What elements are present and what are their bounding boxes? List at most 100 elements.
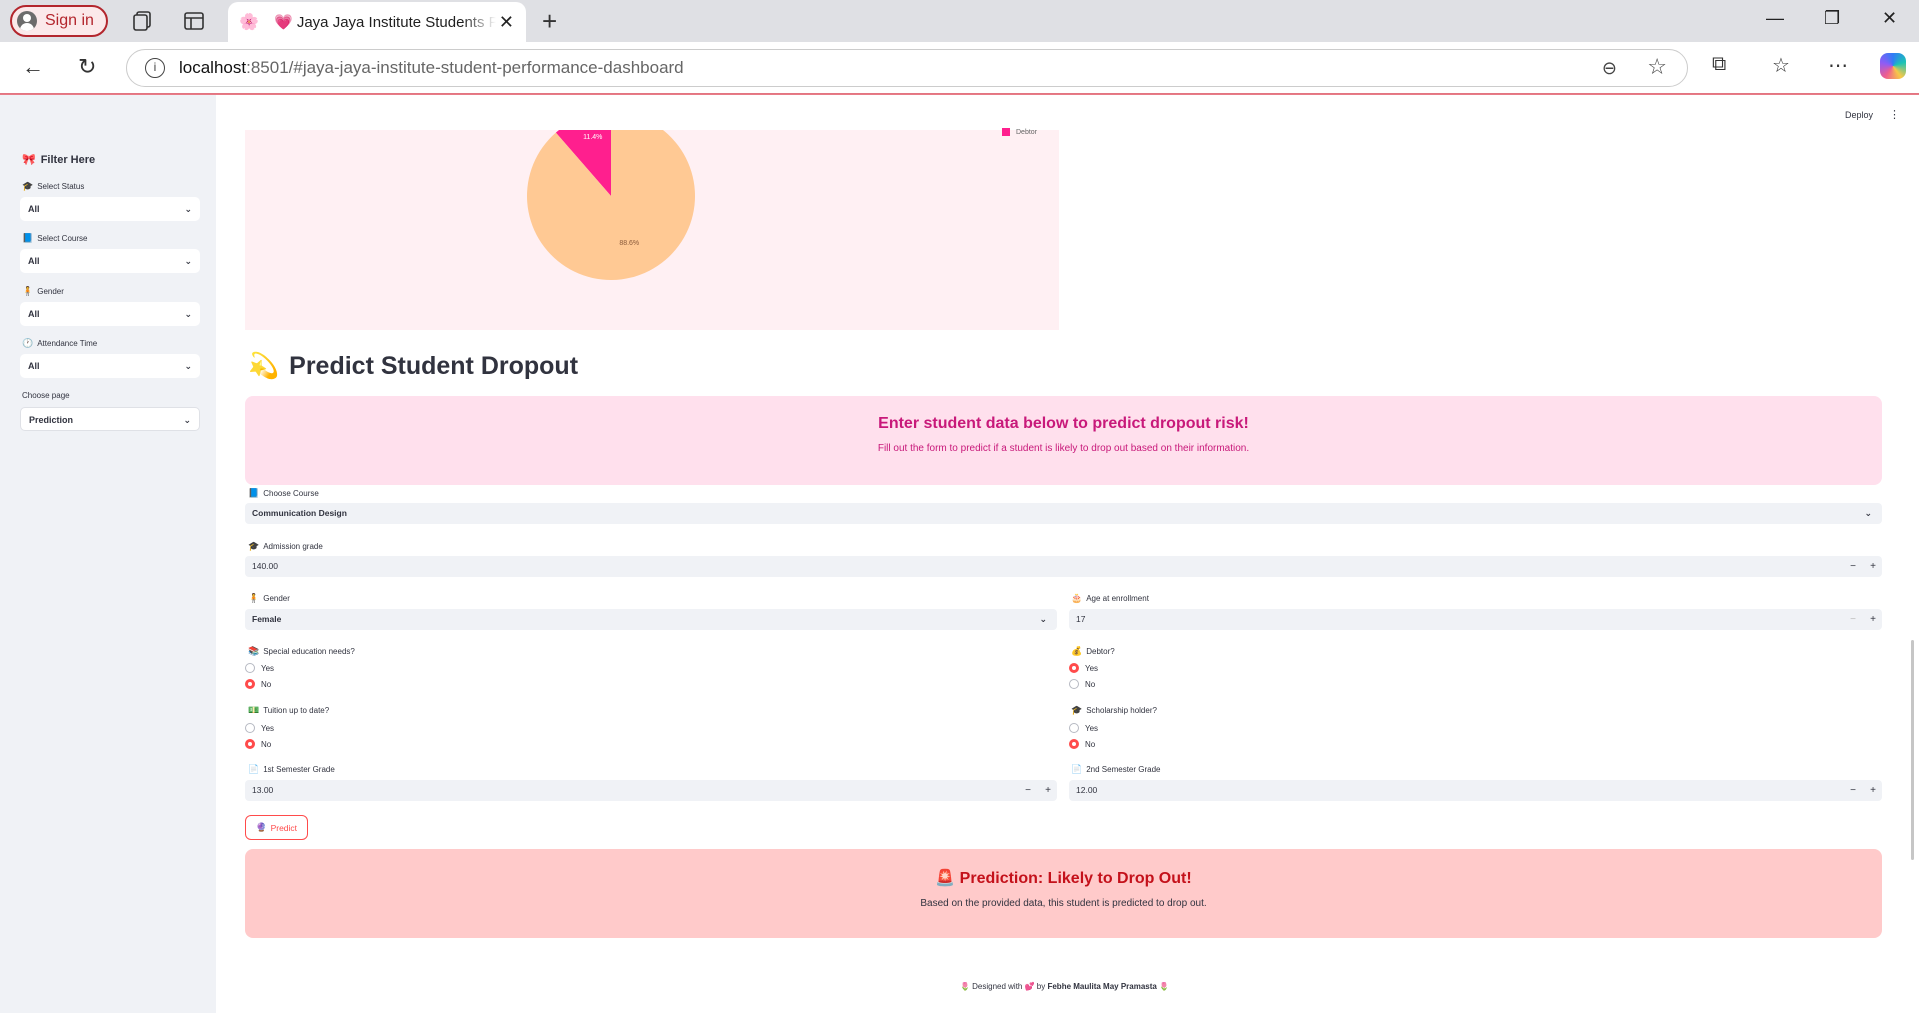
admission-label: 🎓 Admission grade <box>248 541 323 551</box>
footer-suffix: 🌷 <box>1159 982 1170 991</box>
zoom-out-icon[interactable]: ⊖ <box>1602 58 1617 79</box>
workspaces-icon[interactable] <box>130 9 154 33</box>
section-title-text: Predict Student Dropout <box>289 352 579 380</box>
increment-button[interactable]: + <box>1870 780 1876 801</box>
sem1-grade-input[interactable]: 13.00 − + <box>245 780 1057 801</box>
select-status-dropdown[interactable]: All ⌄ <box>20 197 200 221</box>
url-input[interactable]: i localhost:8501/#jaya-jaya-institute-st… <box>126 49 1688 87</box>
siren-icon: 🚨 <box>935 870 956 887</box>
main-menu-icon[interactable]: ⋮ <box>1889 108 1900 121</box>
special-needs-yes-radio[interactable]: Yes <box>245 663 274 673</box>
person-icon: 🧍 <box>22 286 34 296</box>
restore-icon[interactable]: ❐ <box>1824 8 1840 29</box>
gender-select[interactable]: Female ⌄ <box>245 609 1057 630</box>
dizzy-icon: 💫 <box>248 352 280 380</box>
debtor-pie-chart: 11.4% 88.6% <box>245 130 1059 330</box>
radio-selected-icon <box>245 739 255 749</box>
decrement-button[interactable]: − <box>1850 556 1856 577</box>
radio-selected-icon <box>245 679 255 689</box>
filter-gender-label: 🧍 Gender <box>22 286 64 296</box>
money-icon: 💵 <box>248 705 260 715</box>
crystal-ball-icon: 🔮 <box>255 822 267 832</box>
prediction-result-title: 🚨 Prediction: Likely to Drop Out! <box>245 868 1882 888</box>
more-menu-icon[interactable]: ⋯ <box>1828 53 1848 78</box>
sem2-label: 📄 2nd Semester Grade <box>1071 764 1161 774</box>
radio-unselected-icon <box>1069 723 1079 733</box>
increment-button[interactable]: + <box>1045 780 1051 801</box>
chevron-down-icon: ⌄ <box>1039 614 1047 624</box>
tab-close-icon[interactable]: ✕ <box>499 12 514 33</box>
browser-tab-active[interactable]: 🌸 💗 Jaya Jaya Institute Students Perform… <box>228 2 526 42</box>
footer-author: Febhe Maulita May Pramasta <box>1047 982 1157 991</box>
book-icon: 📘 <box>248 488 260 498</box>
decrement-button[interactable]: − <box>1850 609 1856 630</box>
document-icon: 📄 <box>248 764 260 774</box>
site-info-icon[interactable]: i <box>145 58 165 78</box>
filter-status-label: 🎓 Select Status <box>22 181 85 191</box>
window-close-icon[interactable]: ✕ <box>1882 8 1897 29</box>
choose-page-dropdown[interactable]: Prediction ⌄ <box>20 407 200 431</box>
gender-label: 🧍 Gender <box>248 593 290 603</box>
deploy-button[interactable]: Deploy <box>1845 110 1873 120</box>
scholarship-yes-radio[interactable]: Yes <box>1069 723 1098 733</box>
chart-legend: Debtor <box>1002 128 1037 136</box>
prediction-result-title-text: Prediction: Likely to Drop Out! <box>959 870 1192 887</box>
url-path: :8501/#jaya-jaya-institute-student-perfo… <box>246 58 684 77</box>
legend-swatch-debtor <box>1002 128 1010 136</box>
back-icon[interactable]: ← <box>22 54 44 80</box>
page-scrollbar[interactable] <box>1911 640 1914 860</box>
avatar-icon <box>17 11 37 31</box>
debtor-yes-radio[interactable]: Yes <box>1069 663 1098 673</box>
debtor-no-radio[interactable]: No <box>1069 679 1095 689</box>
tuition-no-radio[interactable]: No <box>245 739 271 749</box>
choose-page-label: Choose page <box>22 391 70 400</box>
select-course-dropdown[interactable]: All ⌄ <box>20 249 200 273</box>
person-icon: 🧍 <box>248 593 260 603</box>
graduation-cap-icon: 🎓 <box>248 541 260 551</box>
tuition-yes-radio[interactable]: Yes <box>245 723 274 733</box>
select-attendance-dropdown[interactable]: All ⌄ <box>20 354 200 378</box>
address-bar-row: ← ↻ i localhost:8501/#jaya-jaya-institut… <box>0 42 1919 94</box>
radio-selected-icon <box>1069 739 1079 749</box>
extensions-icon[interactable]: ⧉ <box>1712 53 1726 76</box>
scholarship-no-radio[interactable]: No <box>1069 739 1095 749</box>
chevron-down-icon: ⌄ <box>184 204 192 214</box>
select-gender-dropdown[interactable]: All ⌄ <box>20 302 200 326</box>
minimize-icon[interactable]: — <box>1766 8 1784 29</box>
refresh-icon[interactable]: ↻ <box>78 54 96 80</box>
footer: 🌷 Designed with 💕 by Febhe Maulita May P… <box>700 982 1429 991</box>
age-input[interactable]: 17 − + <box>1069 609 1882 630</box>
pie-chart-svg: 11.4% 88.6% <box>527 130 695 280</box>
predict-button[interactable]: 🔮 Predict <box>245 815 308 840</box>
copilot-icon[interactable] <box>1880 53 1906 79</box>
scholarship-label: 🎓 Scholarship holder? <box>1071 705 1157 715</box>
radio-unselected-icon <box>245 723 255 733</box>
info-banner-subtitle: Fill out the form to predict if a studen… <box>877 443 1250 454</box>
chevron-down-icon: ⌄ <box>184 256 192 266</box>
loading-indicator-line <box>0 93 1919 95</box>
increment-button[interactable]: + <box>1870 609 1876 630</box>
decrement-button[interactable]: − <box>1850 780 1856 801</box>
new-tab-icon[interactable]: + <box>542 6 557 37</box>
admission-grade-input[interactable]: 140.00 − + <box>245 556 1882 577</box>
tab-actions-icon[interactable] <box>182 9 206 33</box>
filter-attendance-label: 🕐 Attendance Time <box>22 338 98 348</box>
sem2-grade-input[interactable]: 12.00 − + <box>1069 780 1882 801</box>
favorite-star-icon[interactable]: ☆ <box>1647 54 1667 80</box>
predict-button-label: Predict <box>270 822 298 833</box>
section-title: 💫 Predict Student Dropout <box>248 352 578 381</box>
books-icon: 📚 <box>248 646 260 656</box>
special-needs-no-radio[interactable]: No <box>245 679 271 689</box>
chevron-down-icon: ⌄ <box>183 415 191 425</box>
favorites-icon[interactable]: ☆ <box>1772 53 1790 78</box>
increment-button[interactable]: + <box>1870 556 1876 577</box>
document-icon: 📄 <box>1071 764 1083 774</box>
radio-unselected-icon <box>245 663 255 673</box>
chevron-down-icon: ⌄ <box>184 361 192 371</box>
special-needs-label: 📚 Special education needs? <box>248 646 355 656</box>
decrement-button[interactable]: − <box>1025 780 1031 801</box>
url-host: localhost <box>179 58 247 77</box>
book-icon: 📘 <box>22 233 34 243</box>
sign-in-button[interactable]: Sign in <box>10 5 108 37</box>
course-select[interactable]: Communication Design ⌄ <box>245 503 1882 524</box>
